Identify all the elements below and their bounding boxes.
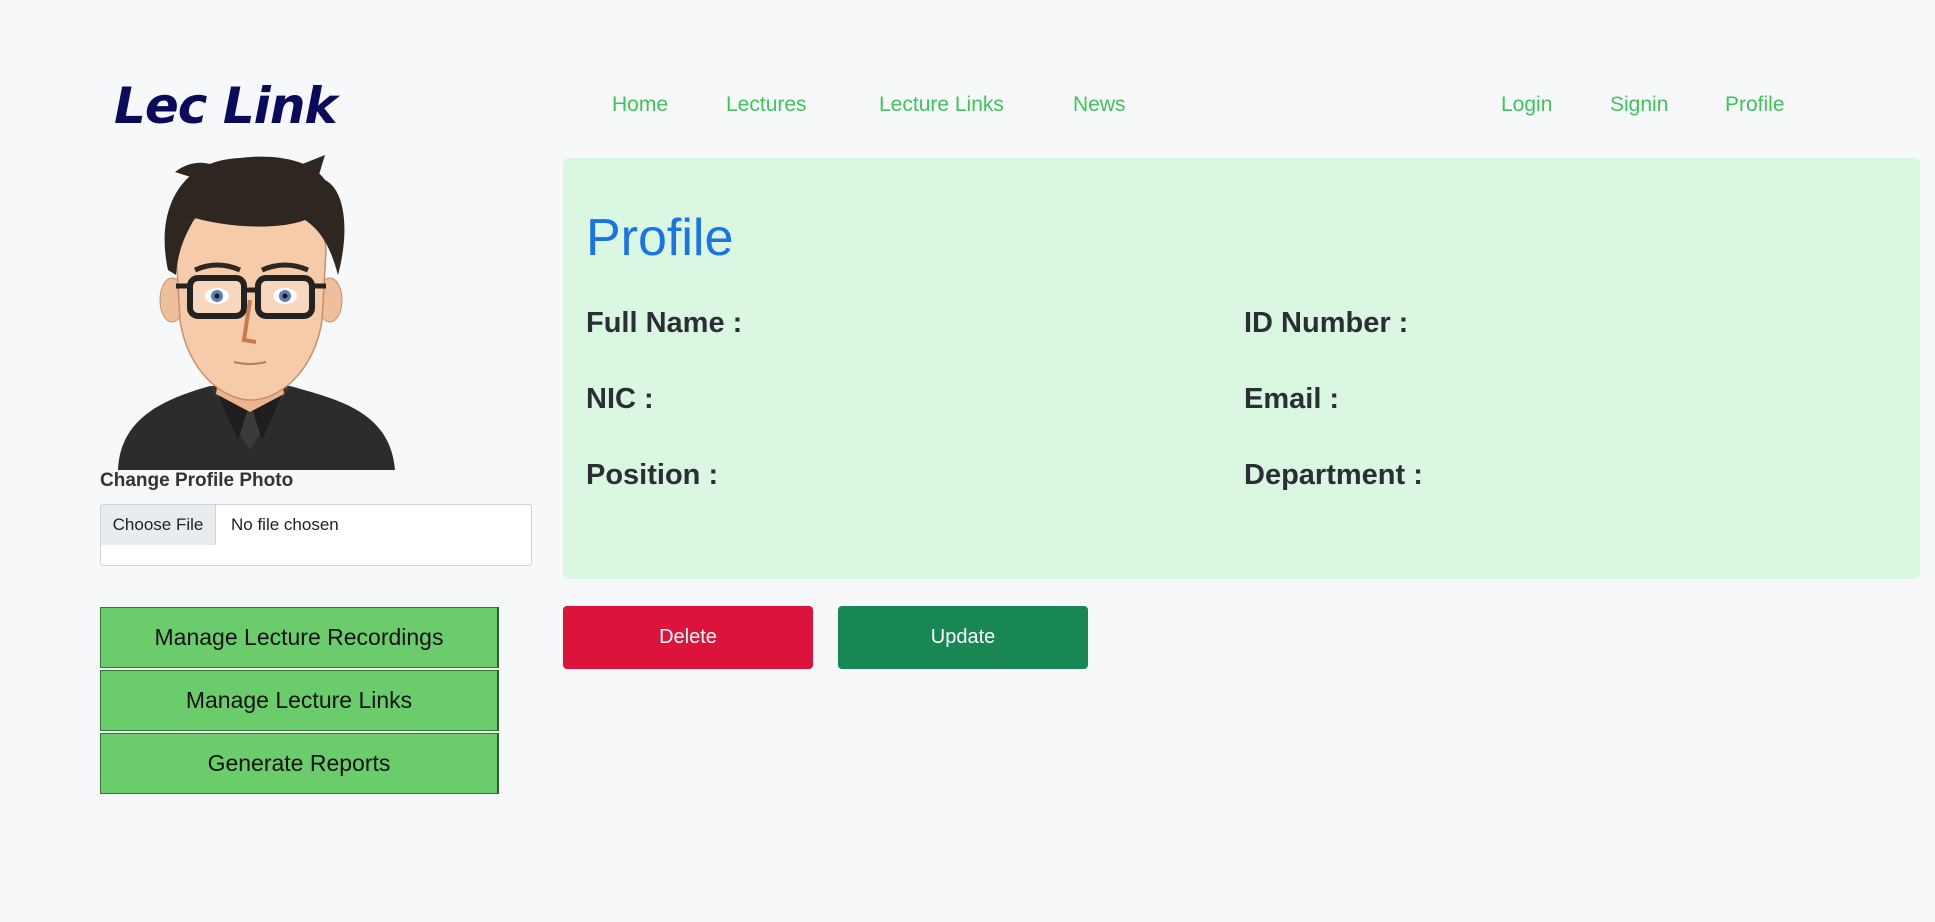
profile-panel: Profile Full Name : ID Number : NIC : Em…: [563, 158, 1920, 579]
nav-signin[interactable]: Signin: [1610, 92, 1668, 118]
nic-label: NIC :: [586, 383, 654, 415]
nav-login[interactable]: Login: [1501, 92, 1552, 118]
manage-lecture-links-button[interactable]: Manage Lecture Links: [100, 670, 499, 731]
side-menu: Manage Lecture Recordings Manage Lecture…: [100, 607, 499, 796]
avatar-cartoon-man-icon: [118, 155, 395, 470]
nav-lecture-links[interactable]: Lecture Links: [879, 92, 1004, 118]
position-label: Position :: [586, 459, 719, 491]
update-button[interactable]: Update: [838, 606, 1088, 669]
file-input[interactable]: Choose File No file chosen: [100, 504, 532, 566]
page-title: Profile: [586, 209, 734, 267]
nav-profile[interactable]: Profile: [1725, 92, 1785, 118]
id-number-label: ID Number :: [1244, 307, 1409, 339]
email-label: Email :: [1244, 383, 1340, 415]
department-label: Department :: [1244, 459, 1423, 491]
nav-home[interactable]: Home: [612, 92, 668, 118]
choose-file-button[interactable]: Choose File: [101, 505, 216, 545]
nav-news[interactable]: News: [1073, 92, 1126, 118]
manage-lecture-recordings-button[interactable]: Manage Lecture Recordings: [100, 607, 499, 668]
nav-lectures[interactable]: Lectures: [726, 92, 807, 118]
full-name-label: Full Name :: [586, 307, 743, 339]
file-status-text: No file chosen: [231, 515, 339, 534]
delete-button[interactable]: Delete: [563, 606, 813, 669]
avatar-image: [100, 150, 400, 470]
generate-reports-button[interactable]: Generate Reports: [100, 733, 499, 794]
change-photo-label: Change Profile Photo: [100, 470, 294, 491]
brand-logo[interactable]: Lec Link: [114, 76, 338, 136]
